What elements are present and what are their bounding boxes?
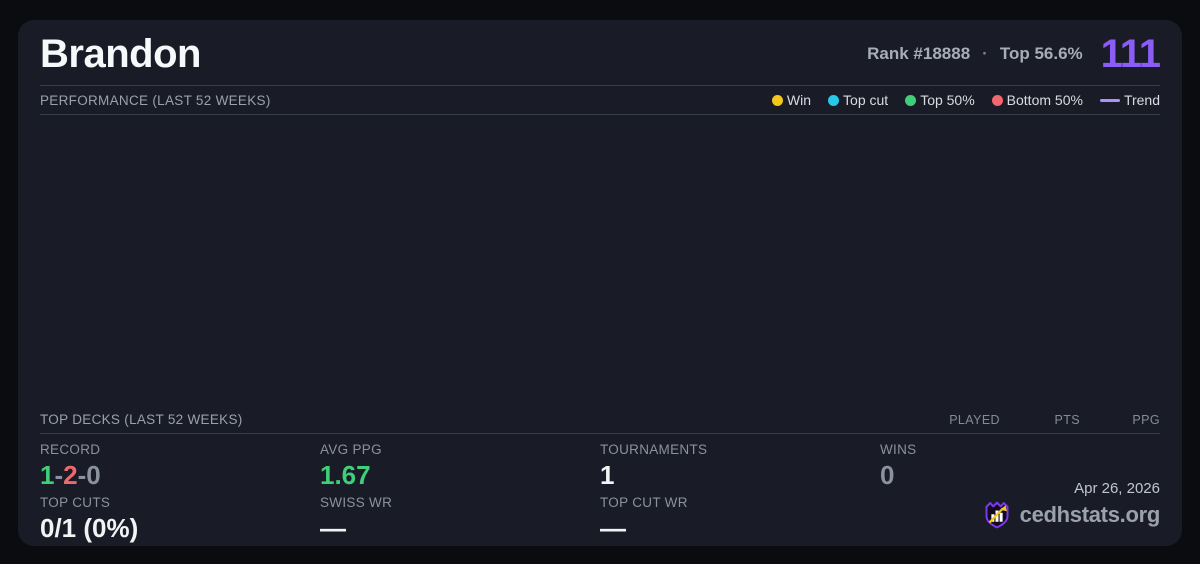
legend-label: Bottom 50% (1006, 92, 1083, 108)
legend-item-top-50: Top 50% (905, 92, 975, 108)
chart-legend: Win Top cut Top 50% Bottom 50% Trend (771, 92, 1160, 108)
brand-link[interactable]: cedhstats.org (982, 500, 1160, 530)
stat-label: TOP CUT WR (600, 495, 688, 510)
legend-label: Trend (1123, 92, 1160, 108)
legend-label: Top cut (843, 92, 889, 108)
top-percent-label: Top 56.6% (999, 44, 1083, 63)
legend-item-trend: Trend (1099, 92, 1160, 108)
stat-label: RECORD (40, 442, 101, 457)
performance-header-row: PERFORMANCE (LAST 52 WEEKS) Win Top cut … (40, 86, 1160, 115)
card-footer: Apr 26, 2026 cedhstats.org (982, 480, 1160, 530)
stat-top-cut-wr: TOP CUT WR — (600, 495, 880, 543)
column-header-played: PLAYED (949, 412, 1000, 427)
stat-top-cuts: TOP CUTS 0/1 (0%) (40, 495, 320, 543)
record-dash: - (54, 460, 64, 490)
rank-label: Rank #18888 (867, 44, 971, 63)
card-header: Brandon Rank #18888 · Top 56.6% 111 (40, 20, 1161, 86)
record-value: 1-2-0 (40, 460, 320, 490)
top-decks-columns: PLAYED PTS PPG (920, 413, 1160, 427)
trend-line-icon (1099, 98, 1120, 102)
stat-label: SWISS WR (320, 495, 393, 510)
top-decks-section-title: TOP DECKS (LAST 52 WEEKS) (40, 412, 243, 427)
rank-group: Rank #18888 · Top 56.6% 111 (867, 32, 1161, 76)
rating-value: 111 (1100, 32, 1161, 76)
record-losses: 2 (63, 460, 78, 490)
legend-item-bottom-50: Bottom 50% (991, 92, 1083, 108)
top-cut-wr-value: — (600, 513, 626, 543)
swiss-wr-value: — (320, 513, 346, 543)
brand-name[interactable]: cedhstats.org (1020, 502, 1161, 528)
top-decks-header-row: TOP DECKS (LAST 52 WEEKS) PLAYED PTS PPG (40, 406, 1160, 434)
column-header-ppg: PPG (1132, 412, 1160, 427)
record-draws: 0 (86, 460, 101, 490)
dot-separator: · (982, 44, 988, 63)
legend-label: Top 50% (920, 92, 975, 108)
stat-avg-ppg: AVG PPG 1.67 (320, 442, 600, 490)
performance-section-title: PERFORMANCE (LAST 52 WEEKS) (40, 92, 271, 108)
stat-label: WINS (880, 442, 917, 457)
stat-label: TOURNAMENTS (600, 442, 708, 457)
tournaments-value: 1 (600, 460, 615, 490)
stat-tournaments: TOURNAMENTS 1 (600, 442, 880, 490)
player-name: Brandon (40, 32, 201, 76)
top-50-dot-icon (905, 94, 917, 106)
stat-label: AVG PPG (320, 442, 382, 457)
win-dot-icon (771, 94, 783, 106)
stat-record: RECORD 1-2-0 (40, 442, 320, 490)
legend-item-win: Win (771, 92, 812, 108)
top-cut-dot-icon (828, 94, 840, 106)
avg-ppg-value: 1.67 (320, 460, 371, 490)
cedhstats-logo-icon[interactable] (982, 500, 1012, 530)
column-header-pts: PTS (1054, 412, 1080, 427)
performance-chart-area (40, 115, 1160, 406)
record-wins: 1 (40, 460, 55, 490)
legend-item-top-cut: Top cut (828, 92, 888, 108)
stat-label: TOP CUTS (40, 495, 111, 510)
player-stats-card: Brandon Rank #18888 · Top 56.6% 111 PERF… (18, 20, 1182, 546)
legend-label: Win (786, 92, 812, 108)
top-cuts-value: 0/1 (0%) (40, 513, 139, 543)
bottom-50-dot-icon (991, 94, 1003, 106)
stat-swiss-wr: SWISS WR — (320, 495, 600, 543)
snapshot-date: Apr 26, 2026 (1074, 480, 1160, 497)
record-dash: - (77, 460, 87, 490)
